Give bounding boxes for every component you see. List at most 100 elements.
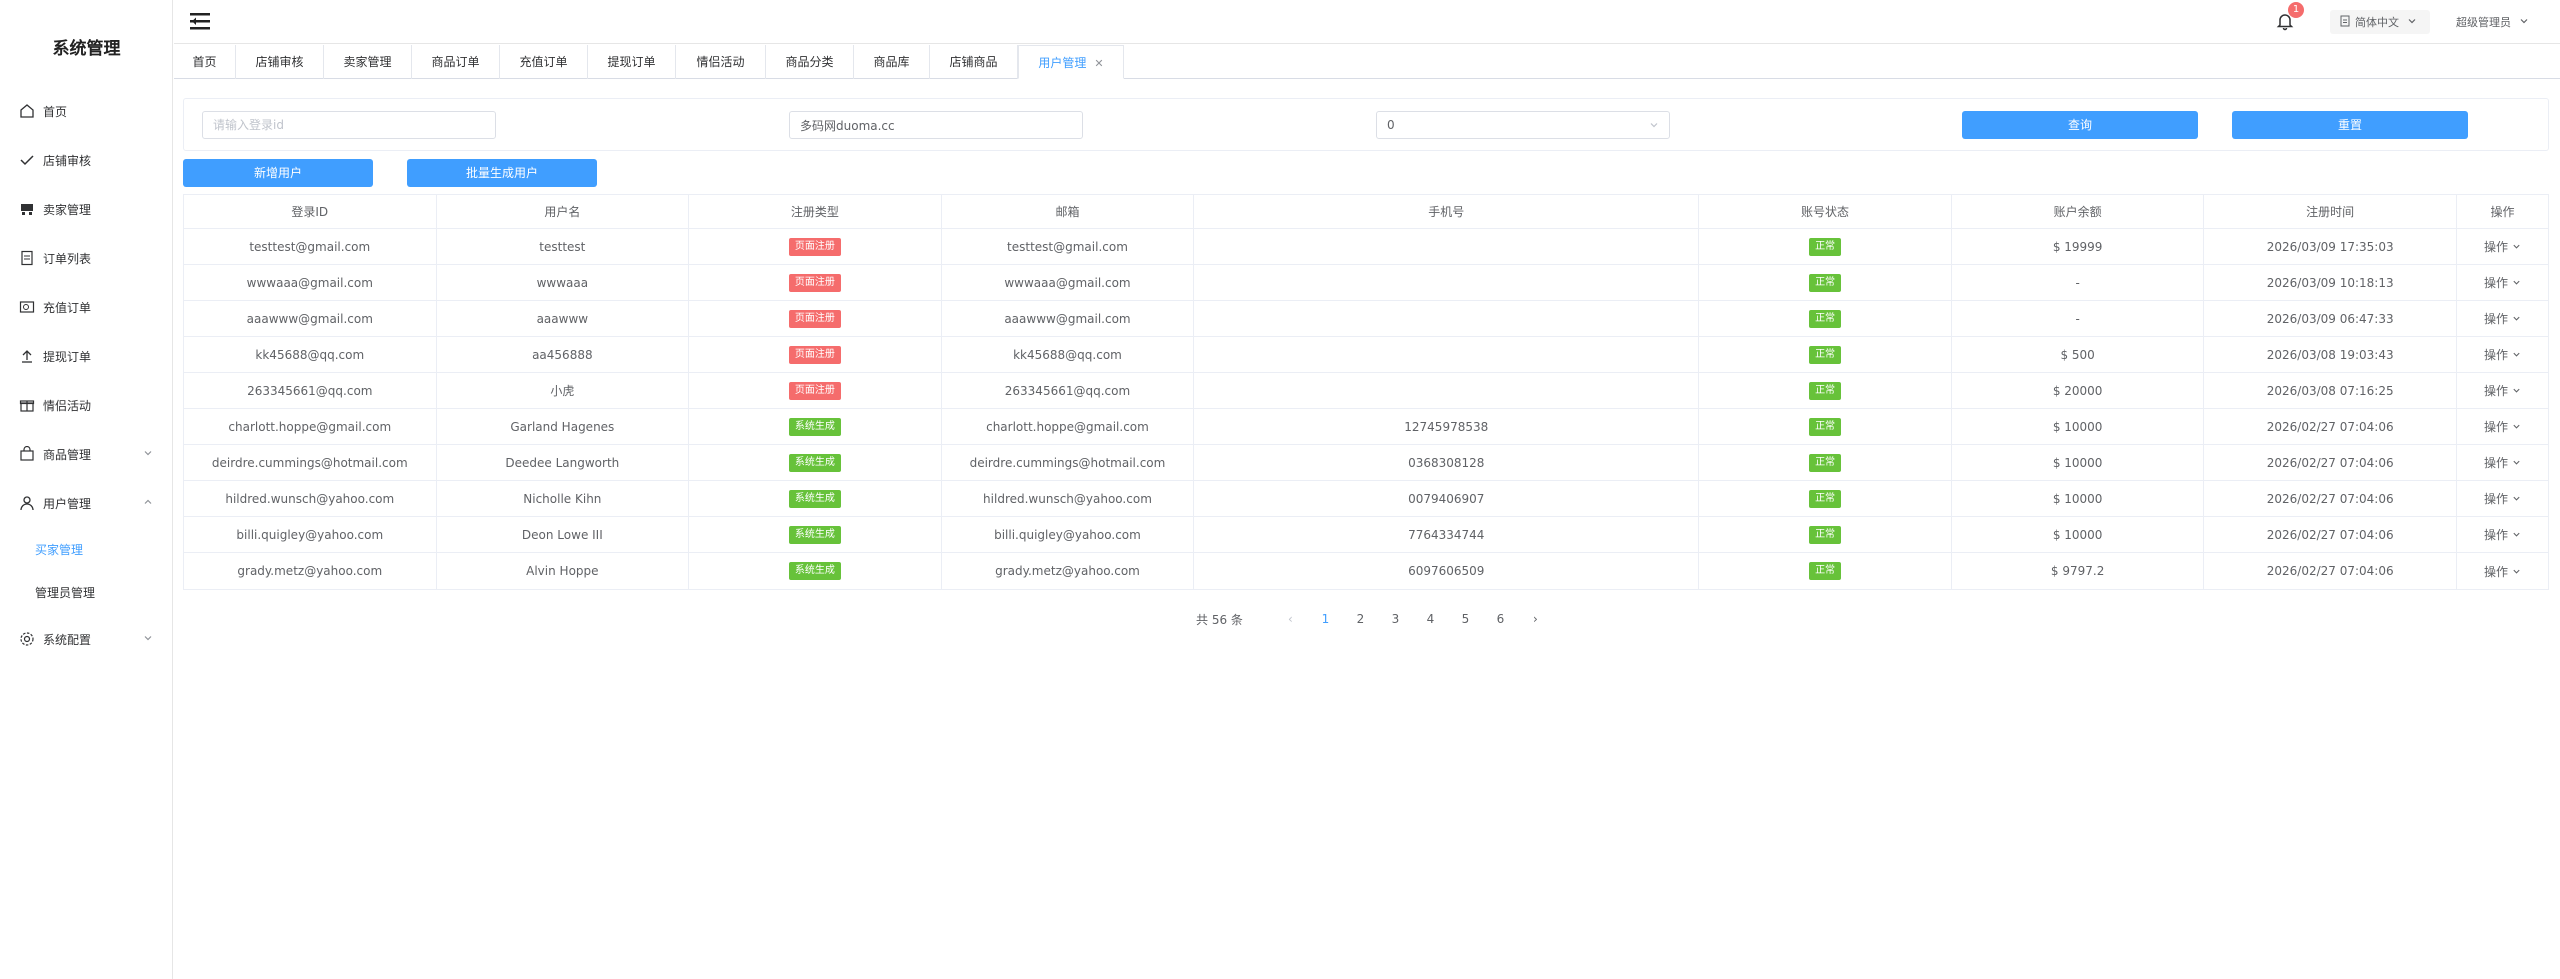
chevron-down-icon xyxy=(2512,279,2521,290)
sidebar-item-recharge[interactable]: 充值订单 xyxy=(0,287,173,327)
reg-type-badge: 页面注册 xyxy=(788,345,841,364)
reg-type-badge: 页面注册 xyxy=(788,237,841,256)
page-button[interactable]: 5 xyxy=(1448,612,1483,626)
chevron-up-icon xyxy=(143,496,153,510)
add-user-button[interactable]: 新增用户 xyxy=(183,159,373,187)
operation-dropdown[interactable]: 操作 xyxy=(2484,238,2521,255)
login-id-input[interactable] xyxy=(202,111,496,139)
chevron-down-icon xyxy=(143,632,153,646)
table-row: hildred.wunsch@yahoo.com Nicholle Kihn 系统生… xyxy=(184,481,2548,517)
column-header: 操作 xyxy=(2490,205,2515,219)
cell-balance: - xyxy=(1952,265,2205,300)
cell-operation: 操作 xyxy=(2457,553,2548,589)
reset-button[interactable]: 重置 xyxy=(2232,111,2468,139)
sidebar-item-couple-activity[interactable]: 情侣活动 xyxy=(0,385,173,425)
cell-phone xyxy=(1194,229,1700,264)
cell-balance: $ 10000 xyxy=(1952,445,2205,480)
status-badge: 正常 xyxy=(1809,525,1842,544)
cell-status: 正常 xyxy=(1699,229,1952,264)
page-button[interactable]: 3 xyxy=(1378,612,1413,626)
tab-goods-orders[interactable]: 商品订单 xyxy=(412,45,500,79)
cell-username: aaawww xyxy=(437,301,690,336)
tab-goods-library[interactable]: 商品库 xyxy=(854,45,930,79)
cell-operation: 操作 xyxy=(2457,301,2548,336)
document-icon xyxy=(18,249,36,267)
table-row: grady.metz@yahoo.com Alvin Hoppe 系统生成 grady… xyxy=(184,553,2548,589)
table-header: 登录ID 用户名 注册类型 邮箱 手机号 账号状态 账户余额 注册时间 操作 xyxy=(184,195,2548,229)
tab-home[interactable]: 首页 xyxy=(174,45,236,79)
tab-shop-review[interactable]: 店铺审核 xyxy=(236,45,324,79)
tab-seller[interactable]: 卖家管理 xyxy=(324,45,412,79)
prev-page-icon[interactable]: ‹ xyxy=(1273,612,1308,626)
notification-badge: 1 xyxy=(2288,2,2304,18)
page-button[interactable]: 2 xyxy=(1343,612,1378,626)
sidebar-item-shop-review[interactable]: 店铺审核 xyxy=(0,140,173,180)
sidebar-item-seller[interactable]: 卖家管理 xyxy=(0,189,173,229)
page-button[interactable]: 4 xyxy=(1413,612,1448,626)
cell-phone: 0368308128 xyxy=(1194,445,1700,480)
operation-dropdown[interactable]: 操作 xyxy=(2484,310,2521,327)
operation-label: 操作 xyxy=(2483,528,2508,542)
sidebar-item-withdraw[interactable]: 提现订单 xyxy=(0,336,173,376)
tab-withdraw-orders[interactable]: 提现订单 xyxy=(588,45,676,79)
operation-dropdown[interactable]: 操作 xyxy=(2484,563,2521,580)
sidebar-subitem-buyers[interactable]: 买家管理 xyxy=(0,529,173,569)
sidebar-item-goods[interactable]: 商品管理 xyxy=(0,434,173,474)
operation-dropdown[interactable]: 操作 xyxy=(2484,454,2521,471)
reg-type-badge: 系统生成 xyxy=(788,562,841,580)
cell-phone xyxy=(1194,373,1700,408)
cell-login-id: aaawww@gmail.com xyxy=(184,301,437,336)
tab-goods-category[interactable]: 商品分类 xyxy=(766,45,854,79)
operation-dropdown[interactable]: 操作 xyxy=(2484,490,2521,507)
cell-login-id: grady.metz@yahoo.com xyxy=(184,553,437,589)
operation-dropdown[interactable]: 操作 xyxy=(2484,382,2521,399)
operation-dropdown[interactable]: 操作 xyxy=(2484,274,2521,291)
cell-phone xyxy=(1194,337,1700,372)
sidebar-item-home[interactable]: 首页 xyxy=(0,91,173,131)
query-button[interactable]: 查询 xyxy=(1962,111,2198,139)
sidebar-subitem-admins[interactable]: 管理员管理 xyxy=(0,572,173,612)
next-page-icon[interactable]: › xyxy=(1518,612,1553,626)
reg-type-badge: 页面注册 xyxy=(788,309,841,328)
hamburger-menu-icon[interactable] xyxy=(190,13,210,30)
sidebar-item-label: 首页 xyxy=(43,104,68,119)
site-input[interactable] xyxy=(789,111,1083,139)
app-title: 系统管理 xyxy=(52,39,121,59)
chevron-down-icon xyxy=(2512,243,2521,254)
language-label: 简体中文 xyxy=(2355,16,2399,29)
cell-status: 正常 xyxy=(1699,337,1952,372)
reg-type-badge: 系统生成 xyxy=(788,417,841,436)
table-row: aaawww@gmail.com aaawww 页面注册 aaawww@gmail.c… xyxy=(184,301,2548,337)
tab-user-management[interactable]: 用户管理 ✕ xyxy=(1018,45,1124,79)
cell-email: 263345661@qq.com xyxy=(942,373,1195,408)
sidebar-item-users[interactable]: 用户管理 xyxy=(0,483,173,523)
batch-generate-users-button[interactable]: 批量生成用户 xyxy=(407,159,597,187)
status-badge: 正常 xyxy=(1809,562,1842,580)
status-select[interactable]: 0 xyxy=(1376,111,1670,139)
language-select[interactable]: 简体中文 xyxy=(2330,10,2430,34)
tab-couple-activity[interactable]: 情侣活动 xyxy=(676,45,766,79)
close-icon[interactable]: ✕ xyxy=(1094,57,1103,70)
sidebar-item-system-config[interactable]: 系统配置 xyxy=(0,619,173,659)
sidebar-item-orders[interactable]: 订单列表 xyxy=(0,238,173,278)
cell-username: 小虎 xyxy=(437,373,690,408)
page-button[interactable]: 6 xyxy=(1483,612,1518,626)
operation-dropdown[interactable]: 操作 xyxy=(2484,526,2521,543)
page-button[interactable]: 1 xyxy=(1308,612,1343,626)
chevron-down-icon xyxy=(2407,16,2417,29)
sidebar-item-label: 提现订单 xyxy=(43,349,92,364)
cell-email: billi.quigley@yahoo.com xyxy=(942,517,1195,552)
cell-status: 正常 xyxy=(1699,553,1952,589)
cell-username: Garland Hagenes xyxy=(437,409,690,444)
sidebar-item-label: 系统配置 xyxy=(43,632,92,647)
cell-reg-time: 2026/03/09 06:47:33 xyxy=(2204,301,2457,336)
user-dropdown[interactable]: 超级管理员 xyxy=(2456,10,2529,34)
status-badge: 正常 xyxy=(1809,309,1842,328)
gift-icon xyxy=(18,396,36,414)
status-badge: 正常 xyxy=(1809,417,1842,436)
tab-recharge-orders[interactable]: 充值订单 xyxy=(500,45,588,79)
operation-dropdown[interactable]: 操作 xyxy=(2484,418,2521,435)
tab-shop-goods[interactable]: 店铺商品 xyxy=(930,45,1018,79)
operation-dropdown[interactable]: 操作 xyxy=(2484,346,2521,363)
cell-operation: 操作 xyxy=(2457,373,2548,408)
